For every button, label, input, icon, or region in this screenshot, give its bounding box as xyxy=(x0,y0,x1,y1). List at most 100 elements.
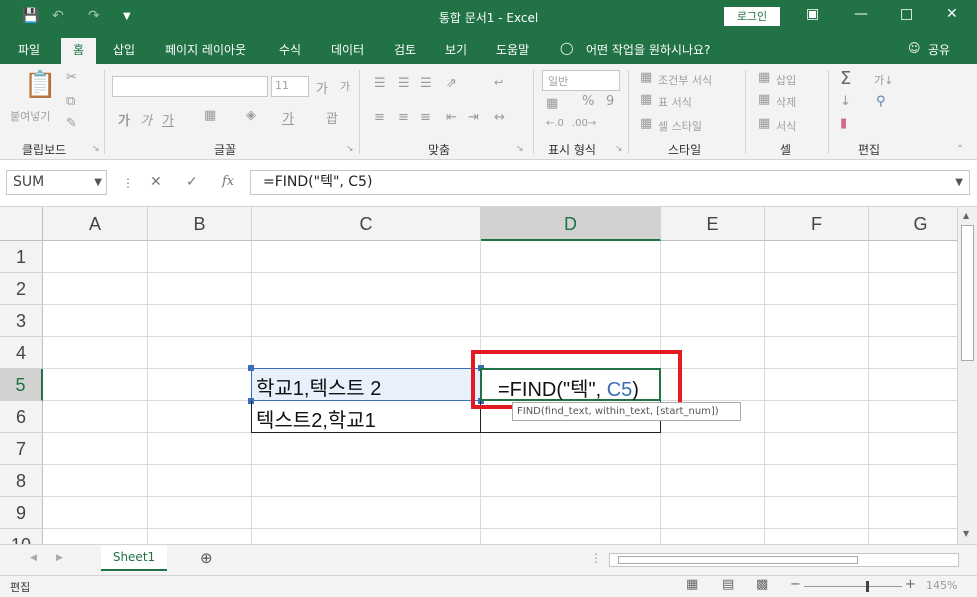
tab-data[interactable]: 데이터 xyxy=(331,41,364,58)
zoom-in-icon[interactable]: + xyxy=(905,577,916,592)
row-header-8[interactable]: 8 xyxy=(0,465,43,497)
delete-cells-button[interactable]: 삭제 xyxy=(776,94,796,110)
font-launcher-icon[interactable]: ↘ xyxy=(346,144,354,154)
page-break-view-icon[interactable]: ▩ xyxy=(756,577,768,592)
format-painter-icon[interactable]: ✎ xyxy=(66,116,77,131)
align-top-icon[interactable]: ☰ xyxy=(374,76,386,91)
align-middle-icon[interactable]: ☰ xyxy=(398,76,410,91)
format-table-icon[interactable]: ▦ xyxy=(640,92,652,107)
conditional-format-icon[interactable]: ▦ xyxy=(640,70,652,85)
copy-icon[interactable]: ⧉ xyxy=(66,94,75,109)
font-size-box[interactable]: 11 xyxy=(271,76,309,97)
horizontal-scrollbar[interactable] xyxy=(609,553,959,567)
percent-icon[interactable]: % xyxy=(582,94,594,109)
maximize-icon[interactable]: □ xyxy=(900,6,913,22)
alignment-launcher-icon[interactable]: ↘ xyxy=(516,144,524,154)
select-all-corner[interactable] xyxy=(0,207,43,241)
column-header-c[interactable]: C xyxy=(252,207,481,241)
decrease-font-icon[interactable]: 가 xyxy=(340,78,350,94)
paste-icon[interactable]: 📋 xyxy=(24,70,56,100)
row-header-3[interactable]: 3 xyxy=(0,305,43,337)
align-bottom-icon[interactable]: ☰ xyxy=(420,76,432,91)
orientation-icon[interactable]: ⇗ xyxy=(446,76,457,91)
insert-function-icon[interactable]: fx xyxy=(222,174,234,189)
number-launcher-icon[interactable]: ↘ xyxy=(615,144,623,154)
range-handle[interactable] xyxy=(248,365,254,371)
paste-label[interactable]: 붙여넣기 xyxy=(10,108,50,124)
merge-center-icon[interactable]: ↔ xyxy=(494,110,505,125)
bold-icon[interactable]: 가 xyxy=(118,110,130,129)
row-header-4[interactable]: 4 xyxy=(0,337,43,369)
column-header-b[interactable]: B xyxy=(148,207,252,241)
align-right-icon[interactable]: ≡ xyxy=(420,110,431,125)
enter-icon[interactable]: ✓ xyxy=(186,174,198,190)
minimize-icon[interactable]: — xyxy=(854,6,868,22)
tab-split-icon[interactable]: ⋮ xyxy=(590,551,602,565)
increase-indent-icon[interactable]: ⇥ xyxy=(468,110,479,125)
tab-insert[interactable]: 삽입 xyxy=(113,41,135,58)
insert-cells-button[interactable]: 삽입 xyxy=(776,72,796,88)
name-box-dropdown-icon[interactable]: ▼ xyxy=(94,171,102,194)
function-tooltip[interactable]: FIND(find_text, within_text, [start_num]… xyxy=(512,402,741,421)
ribbon-display-icon[interactable]: ▣ xyxy=(806,6,819,22)
sort-filter-icon[interactable]: 가↓ xyxy=(874,72,893,88)
phonetic-icon[interactable]: 괍 xyxy=(326,108,338,127)
vertical-scrollbar[interactable]: ▲ ▼ xyxy=(957,207,977,544)
cut-icon[interactable]: ✂ xyxy=(66,70,77,85)
row-header-1[interactable]: 1 xyxy=(0,241,43,273)
fill-icon[interactable]: ↓ xyxy=(840,94,851,109)
scroll-up-icon[interactable]: ▲ xyxy=(963,211,969,220)
zoom-level[interactable]: 145% xyxy=(926,579,957,592)
zoom-slider[interactable] xyxy=(804,586,902,587)
column-header-e[interactable]: E xyxy=(661,207,765,241)
column-header-a[interactable]: A xyxy=(43,207,148,241)
column-header-g[interactable]: G xyxy=(869,207,957,241)
close-icon[interactable]: ✕ xyxy=(946,6,958,22)
row-header-6[interactable]: 6 xyxy=(0,401,43,433)
normal-view-icon[interactable]: ▦ xyxy=(686,577,698,592)
vertical-scroll-thumb[interactable] xyxy=(961,225,974,361)
underline-icon[interactable]: 가 xyxy=(162,110,174,129)
font-color-icon[interactable]: 가 xyxy=(282,108,294,127)
tab-home[interactable]: 홈 xyxy=(61,38,97,64)
align-left-icon[interactable]: ≡ xyxy=(374,110,385,125)
cell-styles-button[interactable]: 셀 스타일 xyxy=(658,118,702,134)
formula-input[interactable]: =FIND("텍", C5) ▼ xyxy=(250,170,970,195)
next-sheet-icon[interactable]: ▶ xyxy=(56,553,63,563)
number-format-box[interactable]: 일반 xyxy=(542,70,620,91)
delete-cells-icon[interactable]: ▦ xyxy=(758,92,770,107)
comma-icon[interactable]: 9 xyxy=(606,94,614,109)
tab-review[interactable]: 검토 xyxy=(394,41,416,58)
increase-font-icon[interactable]: 가 xyxy=(316,78,328,97)
new-sheet-icon[interactable]: ⊕ xyxy=(200,549,213,567)
italic-icon[interactable]: 가 xyxy=(140,110,152,129)
row-header-9[interactable]: 9 xyxy=(0,497,43,529)
zoom-slider-thumb[interactable] xyxy=(866,581,869,592)
font-name-box[interactable] xyxy=(112,76,268,97)
cell-c5[interactable]: 학교1,텍스트 2 xyxy=(251,368,481,401)
row-header-10[interactable]: 10 xyxy=(0,529,43,544)
prev-sheet-icon[interactable]: ◀ xyxy=(30,553,37,563)
increase-decimal-icon[interactable]: ←.0 xyxy=(546,118,564,129)
format-table-button[interactable]: 표 서식 xyxy=(658,94,692,110)
row-header-2[interactable]: 2 xyxy=(0,273,43,305)
share-icon[interactable]: ☺ xyxy=(908,41,921,55)
row-header-7[interactable]: 7 xyxy=(0,433,43,465)
cell-c6[interactable]: 텍스트2,학교1 xyxy=(251,401,481,433)
tab-view[interactable]: 보기 xyxy=(445,41,467,58)
currency-icon[interactable]: ▦ xyxy=(546,96,558,111)
horizontal-scroll-thumb[interactable] xyxy=(618,556,858,564)
autosum-icon[interactable]: Σ xyxy=(840,68,851,89)
clipboard-launcher-icon[interactable]: ↘ xyxy=(92,144,100,154)
page-layout-view-icon[interactable]: ▤ xyxy=(722,577,734,592)
decrease-indent-icon[interactable]: ⇤ xyxy=(446,110,457,125)
login-button[interactable]: 로그인 xyxy=(724,7,780,26)
scroll-down-icon[interactable]: ▼ xyxy=(963,529,969,538)
find-select-icon[interactable]: ⚲ xyxy=(876,94,886,109)
name-box[interactable]: SUM ▼ xyxy=(6,170,107,195)
tab-file[interactable]: 파일 xyxy=(18,41,40,58)
share-button[interactable]: 공유 xyxy=(928,41,950,58)
tab-page-layout[interactable]: 페이지 레이아웃 xyxy=(165,41,246,58)
column-header-f[interactable]: F xyxy=(765,207,869,241)
tab-formulas[interactable]: 수식 xyxy=(279,41,301,58)
